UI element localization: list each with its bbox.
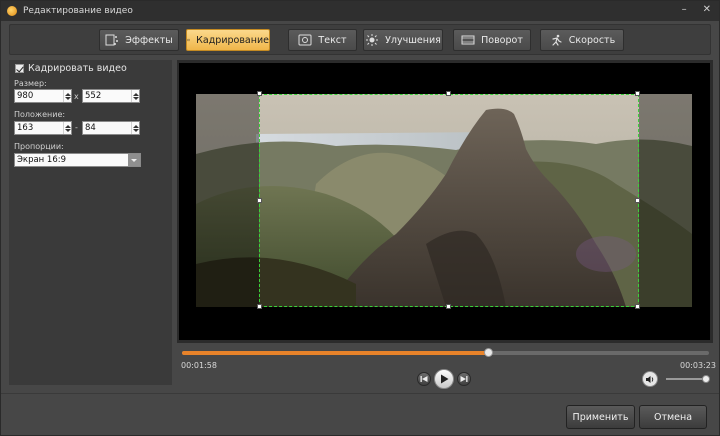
pos-x-stepper[interactable]: 163: [14, 121, 72, 135]
tab-crop[interactable]: Кадрирование: [186, 29, 270, 51]
tab-effects[interactable]: Эффекты: [99, 29, 179, 51]
pos-y-value: 84: [85, 123, 96, 133]
crop-enable-label: Кадрировать видео: [28, 63, 127, 74]
play-icon: [441, 374, 449, 384]
height-value: 552: [85, 91, 102, 101]
skip-back-icon: [420, 376, 428, 382]
height-stepper[interactable]: 552: [82, 89, 140, 103]
video-preview: [179, 63, 710, 340]
pos-y-arrows[interactable]: [131, 122, 139, 134]
pos-x-arrows[interactable]: [63, 122, 71, 134]
crop-mask-left: [196, 94, 259, 307]
crop-enable-checkbox[interactable]: [15, 64, 24, 73]
window-title: Редактирование видео: [23, 6, 133, 16]
text-icon: [298, 34, 312, 46]
brightness-icon: [366, 34, 379, 46]
title-bar: Редактирование видео – ✕: [1, 1, 719, 21]
ratio-value: Экран 16:9: [17, 155, 67, 165]
window-controls: – ✕: [682, 4, 711, 16]
pos-y-stepper[interactable]: 84: [82, 121, 140, 135]
volume-slider[interactable]: [666, 375, 710, 383]
crop-enable-row[interactable]: Кадрировать видео: [15, 63, 127, 74]
tab-speed-label: Скорость: [568, 34, 616, 46]
cancel-button[interactable]: Отмена: [639, 405, 707, 429]
effects-icon: [105, 34, 119, 46]
minimize-button[interactable]: –: [682, 4, 687, 16]
skip-forward-icon: [460, 376, 468, 382]
crop-icon: [187, 38, 190, 42]
width-stepper[interactable]: 980: [14, 89, 72, 103]
video-frame: [196, 94, 692, 307]
tab-enhancements-label: Улучшения: [385, 34, 441, 46]
crop-handle-bottom[interactable]: [446, 304, 451, 309]
timeline-thumb[interactable]: [483, 348, 493, 357]
crop-handle-top-right[interactable]: [635, 91, 640, 96]
video-editor-window: Редактирование видео – ✕ Эффекты Кадриро…: [0, 0, 720, 436]
crop-mask-right: [639, 94, 692, 307]
tab-rotate-label: Поворот: [481, 34, 523, 46]
ratio-label: Пропорции:: [14, 142, 64, 151]
tab-rotate[interactable]: Поворот: [453, 29, 531, 51]
footer-divider: [1, 393, 719, 394]
width-value: 980: [17, 91, 34, 101]
ratio-select[interactable]: Экран 16:9: [14, 153, 141, 167]
play-button[interactable]: [434, 369, 454, 389]
tab-crop-label: Кадрирование: [196, 34, 269, 46]
current-time: 00:01:58: [181, 361, 217, 370]
total-time: 00:03:23: [680, 361, 716, 370]
app-logo-icon: [7, 6, 17, 16]
crop-rectangle[interactable]: [259, 94, 639, 307]
crop-handle-bottom-left[interactable]: [257, 304, 262, 309]
width-arrows[interactable]: [63, 90, 71, 102]
crop-settings-panel: Кадрировать видео Размер: 980 x 552 Поло…: [9, 60, 172, 385]
tab-speed[interactable]: Скорость: [540, 29, 624, 51]
rotate-icon: [461, 35, 475, 45]
editor-toolbar: Эффекты Кадрирование Текст Улучшения Пов…: [9, 24, 711, 55]
close-button[interactable]: ✕: [703, 4, 711, 16]
size-separator: x: [74, 92, 79, 101]
position-separator: -: [75, 123, 78, 132]
volume-thumb[interactable]: [701, 375, 710, 383]
tab-enhancements[interactable]: Улучшения: [363, 29, 443, 51]
height-arrows[interactable]: [131, 90, 139, 102]
crop-handle-left[interactable]: [257, 198, 262, 203]
next-button[interactable]: [457, 372, 471, 386]
size-label: Размер:: [14, 79, 47, 88]
apply-button[interactable]: Применить: [566, 405, 635, 429]
volume-button[interactable]: [642, 371, 658, 387]
speaker-icon: [646, 375, 654, 383]
chevron-down-icon[interactable]: [128, 154, 140, 166]
crop-handle-bottom-right[interactable]: [635, 304, 640, 309]
tab-text[interactable]: Текст: [288, 29, 357, 51]
timeline-progress: [182, 351, 488, 355]
previous-button[interactable]: [417, 372, 431, 386]
tab-text-label: Текст: [318, 34, 347, 46]
pos-x-value: 163: [17, 123, 34, 133]
tab-effects-label: Эффекты: [125, 34, 173, 46]
timeline-slider[interactable]: [182, 348, 709, 357]
crop-handle-top[interactable]: [446, 91, 451, 96]
speed-icon: [552, 34, 562, 46]
position-label: Положение:: [14, 110, 66, 119]
crop-handle-top-left[interactable]: [257, 91, 262, 96]
crop-handle-right[interactable]: [635, 198, 640, 203]
